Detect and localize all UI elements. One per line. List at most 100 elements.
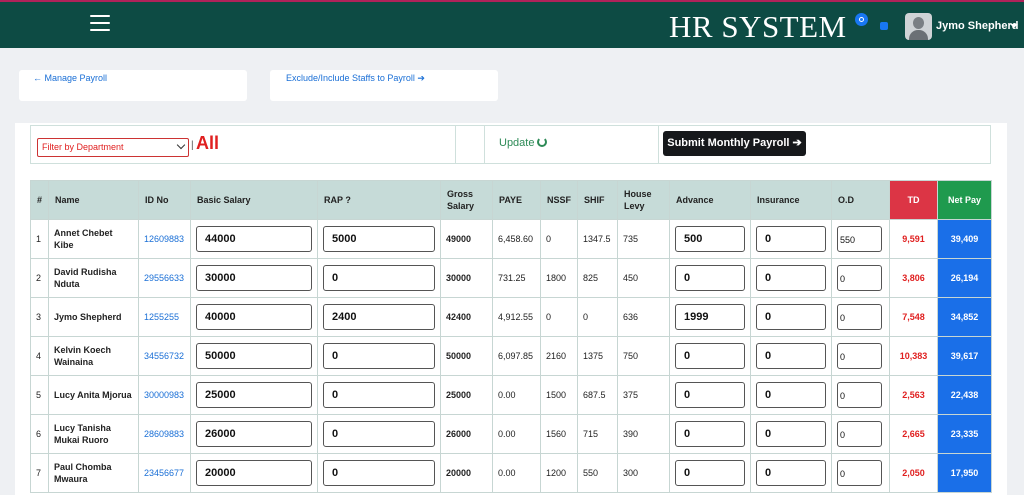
brand-title: HR SYSTEM [669,9,847,44]
employee-id-link[interactable]: 23456677 [138,453,191,493]
total-deductions: 9,591 [889,219,938,259]
advance-input[interactable]: 0 [675,343,745,369]
column-header: Advance [669,180,751,220]
user-menu-name[interactable]: Jymo Shepherd [936,20,1019,32]
update-button[interactable]: Update [499,137,548,149]
advance-input[interactable]: 500 [675,226,745,252]
basic-salary-input[interactable]: 40000 [196,304,312,330]
basic-salary-input[interactable]: 25000 [196,382,312,408]
insurance-input[interactable]: 0 [756,421,826,447]
advance-input[interactable]: 0 [675,382,745,408]
total-deductions: 2,563 [889,375,938,415]
insurance-input[interactable]: 0 [756,265,826,291]
gross-salary: 30000 [440,258,493,298]
separator: | [191,140,194,151]
paye: 6,097.85 [492,336,541,376]
employee-id-link[interactable]: 30000983 [138,375,191,415]
basic-salary-input[interactable]: 50000 [196,343,312,369]
rap-input[interactable]: 0 [323,460,435,486]
insurance-input[interactable]: 0 [756,304,826,330]
rap-input[interactable]: 0 [323,421,435,447]
top-navbar: HR SYSTEM Jymo Shepherd [0,0,1024,48]
exclude-include-staff-link[interactable]: Exclude/Include Staffs to Payroll ➔ [270,70,498,101]
shif: 687.5 [577,375,618,415]
rap-input[interactable]: 2400 [323,304,435,330]
net-pay: 39,617 [937,336,992,376]
table-row: 2 David Rudisha Nduta 29556633 30000 0 30000 7… [30,258,992,298]
employee-id-link[interactable]: 34556732 [138,336,191,376]
basic-salary-input[interactable]: 26000 [196,421,312,447]
avatar[interactable] [905,13,932,40]
employee-name: Jymo Shepherd [48,297,139,337]
od-input[interactable]: 0 [837,460,882,486]
manage-payroll-link[interactable]: ← Manage Payroll [19,70,247,101]
house-levy: 375 [617,375,670,415]
advance-input[interactable]: 0 [675,265,745,291]
notification-icon[interactable] [855,13,868,26]
menu-icon[interactable] [90,15,110,32]
message-icon[interactable] [880,22,888,30]
od-input[interactable]: 0 [837,265,882,291]
column-header: Net Pay [937,180,992,220]
employee-id-link[interactable]: 28609883 [138,414,191,454]
paye: 0.00 [492,453,541,493]
od-input[interactable]: 0 [837,382,882,408]
department-filter-select[interactable]: Filter by Department [37,138,189,157]
advance-input[interactable]: 0 [675,421,745,447]
table-row: 4 Kelvin Koech Wainaina 34556732 50000 0 5000… [30,336,992,376]
rap-input[interactable]: 5000 [323,226,435,252]
shif: 1375 [577,336,618,376]
row-index: 4 [30,336,49,376]
column-header: Gross Salary [440,180,493,220]
house-levy: 450 [617,258,670,298]
rap-input[interactable]: 0 [323,343,435,369]
caret-down-icon[interactable] [1010,24,1018,28]
employee-id-link[interactable]: 12609883 [138,219,191,259]
department-filter-placeholder: Filter by Department [42,142,124,152]
house-levy: 300 [617,453,670,493]
submit-monthly-payroll-button[interactable]: Submit Monthly Payroll ➔ [663,131,806,156]
row-index: 6 [30,414,49,454]
insurance-input[interactable]: 0 [756,382,826,408]
insurance-input[interactable]: 0 [756,343,826,369]
divider [455,126,456,163]
advance-input[interactable]: 0 [675,460,745,486]
column-header: # [30,180,49,220]
total-deductions: 2,050 [889,453,938,493]
employee-id-link[interactable]: 1255255 [138,297,191,337]
total-deductions: 3,806 [889,258,938,298]
gross-salary: 26000 [440,414,493,454]
column-header: Name [48,180,139,220]
row-index: 1 [30,219,49,259]
column-header: O.D [831,180,890,220]
net-pay: 23,335 [937,414,992,454]
house-levy: 390 [617,414,670,454]
od-input[interactable]: 0 [837,421,882,447]
basic-salary-input[interactable]: 30000 [196,265,312,291]
insurance-input[interactable]: 0 [756,460,826,486]
basic-salary-input[interactable]: 44000 [196,226,312,252]
column-header: Insurance [750,180,832,220]
employee-id-link[interactable]: 29556633 [138,258,191,298]
shif: 715 [577,414,618,454]
basic-salary-input[interactable]: 20000 [196,460,312,486]
rap-input[interactable]: 0 [323,382,435,408]
paye: 0.00 [492,375,541,415]
employee-name: David Rudisha Nduta [48,258,139,298]
net-pay: 39,409 [937,219,992,259]
insurance-input[interactable]: 0 [756,226,826,252]
paye: 0.00 [492,414,541,454]
rap-input[interactable]: 0 [323,265,435,291]
refresh-icon [537,137,548,147]
od-input[interactable]: 0 [837,304,882,330]
advance-input[interactable]: 1999 [675,304,745,330]
column-header: TD [889,180,938,220]
total-deductions: 10,383 [889,336,938,376]
house-levy: 735 [617,219,670,259]
shif: 550 [577,453,618,493]
divider [484,126,485,163]
od-input[interactable]: 550 [837,226,882,252]
column-header: ID No [138,180,191,220]
paye: 731.25 [492,258,541,298]
od-input[interactable]: 0 [837,343,882,369]
